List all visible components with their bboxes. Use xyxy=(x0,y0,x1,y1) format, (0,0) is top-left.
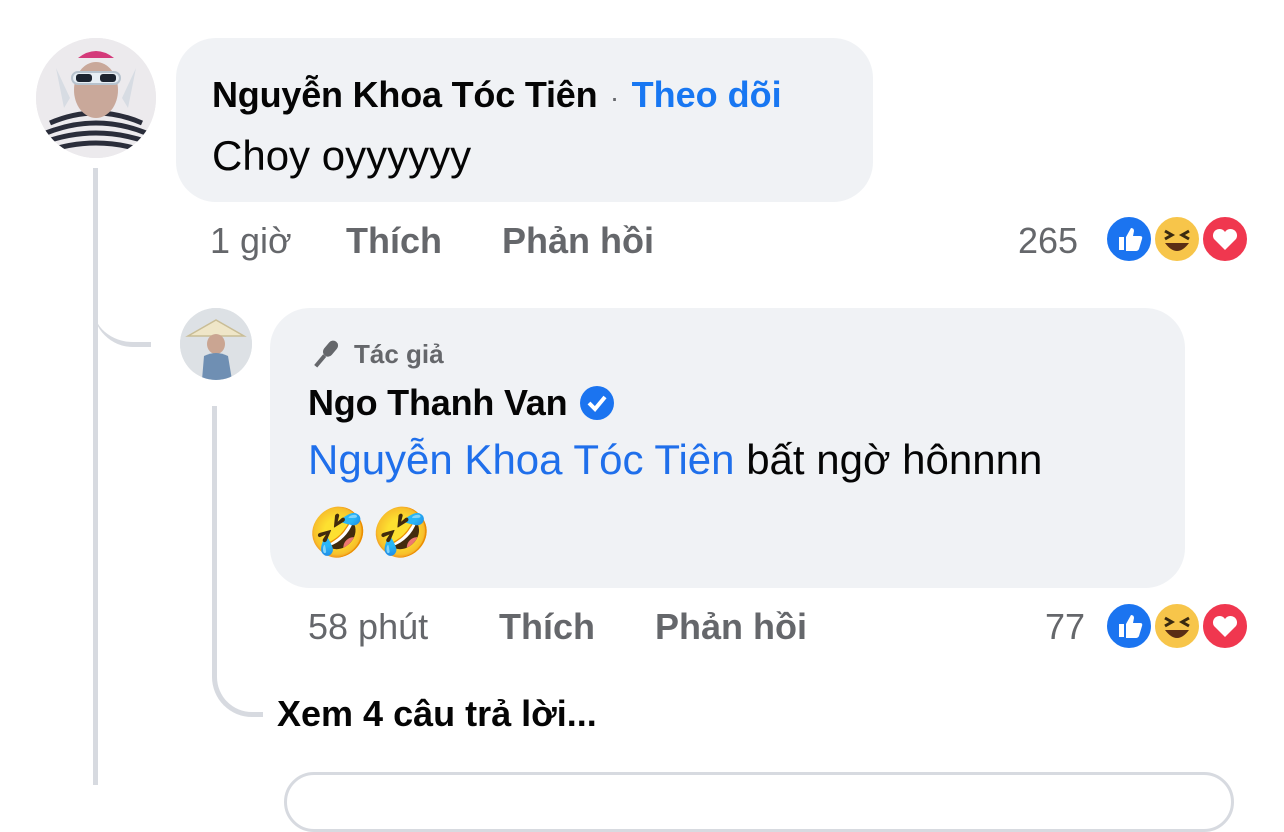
like-reaction-icon xyxy=(1104,601,1154,651)
author-badge-label: Tác giả xyxy=(354,338,444,369)
reply-like-button[interactable]: Thích xyxy=(499,606,595,648)
love-reaction-icon xyxy=(1200,214,1250,264)
love-reaction-icon xyxy=(1200,601,1250,651)
reply-author-avatar[interactable] xyxy=(180,308,252,380)
comment-like-button[interactable]: Thích xyxy=(346,220,442,262)
avatar-image xyxy=(180,308,252,380)
thread-connector-more xyxy=(212,640,263,717)
reply-reaction-count[interactable]: 77 xyxy=(1045,606,1085,648)
mention-link[interactable]: Nguyễn Khoa Tóc Tiên xyxy=(308,436,735,483)
emoji-text: 🤣🤣 xyxy=(308,507,436,560)
reply-bubble: Tác giả Ngo Thanh Van Nguyễn Khoa Tóc Ti… xyxy=(270,308,1185,588)
comment-author-name[interactable]: Nguyễn Khoa Tóc Tiên xyxy=(212,74,598,115)
author-badge: Tác giả xyxy=(308,336,444,372)
reply-author-name[interactable]: Ngo Thanh Van xyxy=(308,382,568,424)
avatar-image xyxy=(36,38,156,158)
view-more-replies-link[interactable]: Xem 4 câu trả lời... xyxy=(277,693,597,735)
thread-line-reply xyxy=(212,406,217,646)
reply-text: bất ngờ hônnnn xyxy=(746,436,1043,483)
comment-bubble: Nguyễn Khoa Tóc Tiên · Theo dõi Choy oyy… xyxy=(176,38,873,202)
commenter-avatar[interactable] xyxy=(36,38,156,158)
like-reaction-icon xyxy=(1104,214,1154,264)
comment-reply-button[interactable]: Phản hồi xyxy=(502,220,654,262)
haha-reaction-icon xyxy=(1152,601,1202,651)
comment-reaction-count[interactable]: 265 xyxy=(1018,220,1078,262)
comment-timestamp[interactable]: 1 giờ xyxy=(210,220,292,262)
microphone-icon xyxy=(308,336,344,372)
comment-text: Choy oyyyyyy xyxy=(212,132,472,179)
haha-reaction-icon xyxy=(1152,214,1202,264)
next-comment-bubble-edge xyxy=(284,772,1234,832)
thread-connector-reply xyxy=(93,270,151,347)
reply-timestamp[interactable]: 58 phút xyxy=(308,606,428,648)
follow-link[interactable]: Theo dõi xyxy=(632,74,782,115)
thread-line-main xyxy=(93,168,98,785)
separator-dot: · xyxy=(609,82,620,113)
verified-badge-icon xyxy=(579,385,615,421)
reply-reply-button[interactable]: Phản hồi xyxy=(655,606,807,648)
